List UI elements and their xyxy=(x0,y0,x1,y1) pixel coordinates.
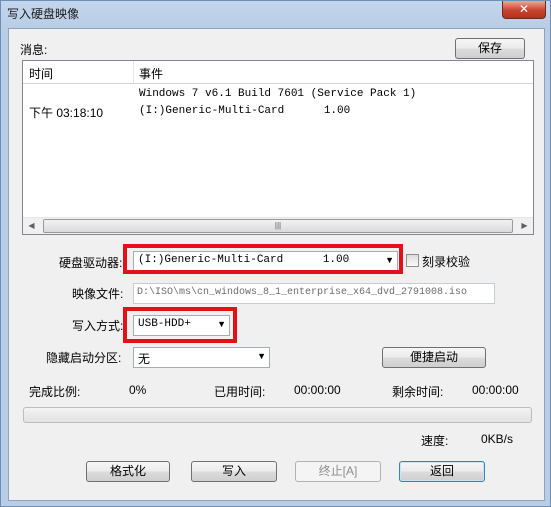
scroll-thumb[interactable]: ||| xyxy=(43,219,513,233)
messages-label: 消息: xyxy=(20,43,48,57)
speed-label: 速度: xyxy=(421,434,449,448)
speed-value: 0KB/s xyxy=(481,432,514,446)
grip-icon: ||| xyxy=(274,221,282,230)
elapsed-value: 00:00:00 xyxy=(294,383,341,397)
save-button[interactable]: 保存 xyxy=(455,38,525,59)
highlight-box-write-method xyxy=(123,307,237,343)
title-bar[interactable]: 写入硬盘映像 ✕ xyxy=(1,1,550,23)
completion-value: 0% xyxy=(129,383,147,397)
list-item[interactable]: Windows 7 v6.1 Build 7601 (Service Pack … xyxy=(23,88,533,103)
list-item[interactable]: 下午 03:18:10 (I:)Generic-Multi-Card 1.00 xyxy=(23,104,533,120)
window-title: 写入硬盘映像 xyxy=(7,7,80,21)
scroll-right-icon[interactable]: ▶ xyxy=(516,218,533,234)
list-header: 时间 事件 xyxy=(23,61,533,84)
remaining-value: 00:00:00 xyxy=(472,383,519,397)
scroll-left-icon[interactable]: ◀ xyxy=(23,218,40,234)
row-event: (I:)Generic-Multi-Card 1.00 xyxy=(139,105,351,117)
image-file-path: D:\ISO\ms\cn_windows_8_1_enterprise_x64_… xyxy=(137,287,468,298)
highlight-box-drive xyxy=(123,244,403,274)
progress-bar xyxy=(23,407,532,423)
dialog-client-area: 消息: 保存 时间 事件 Windows 7 v6.1 Build 7601 (… xyxy=(8,28,545,501)
abort-button[interactable]: 终止[A] xyxy=(295,461,381,482)
hidden-partition-label: 隐藏启动分区: xyxy=(46,351,122,365)
remaining-label: 剩余时间: xyxy=(392,385,444,399)
close-icon: ✕ xyxy=(518,2,530,16)
drive-label: 硬盘驱动器: xyxy=(59,256,123,270)
verify-label[interactable]: 刻录校验 xyxy=(422,253,470,270)
row-time: 下午 03:18:10 xyxy=(29,106,104,120)
image-file-label: 映像文件: xyxy=(72,287,124,301)
column-divider[interactable] xyxy=(133,61,134,83)
row-event: Windows 7 v6.1 Build 7601 (Service Pack … xyxy=(139,88,417,100)
column-header-time[interactable]: 时间 xyxy=(29,65,53,82)
elapsed-label: 已用时间: xyxy=(214,385,266,399)
dialog-window: 写入硬盘映像 ✕ 消息: 保存 时间 事件 Windows 7 v6.1 Bui… xyxy=(0,0,551,507)
quick-boot-button[interactable]: 便捷启动 xyxy=(382,347,486,368)
back-button[interactable]: 返回 xyxy=(399,461,485,482)
hidden-partition-select[interactable]: 无 ▼ xyxy=(133,347,270,368)
hidden-partition-value: 无 xyxy=(138,352,151,366)
write-button[interactable]: 写入 xyxy=(191,461,277,482)
completion-label: 完成比例: xyxy=(29,385,81,399)
close-button[interactable]: ✕ xyxy=(502,1,546,19)
column-header-event[interactable]: 事件 xyxy=(139,65,163,82)
format-button[interactable]: 格式化 xyxy=(86,461,170,482)
horizontal-scrollbar[interactable]: ◀ ||| ▶ xyxy=(23,217,533,234)
verify-checkbox[interactable] xyxy=(406,254,419,267)
message-list[interactable]: 时间 事件 Windows 7 v6.1 Build 7601 (Service… xyxy=(22,60,534,235)
chevron-down-icon: ▼ xyxy=(257,351,266,361)
image-file-field[interactable]: D:\ISO\ms\cn_windows_8_1_enterprise_x64_… xyxy=(133,283,495,304)
write-method-label: 写入方式: xyxy=(72,319,124,333)
